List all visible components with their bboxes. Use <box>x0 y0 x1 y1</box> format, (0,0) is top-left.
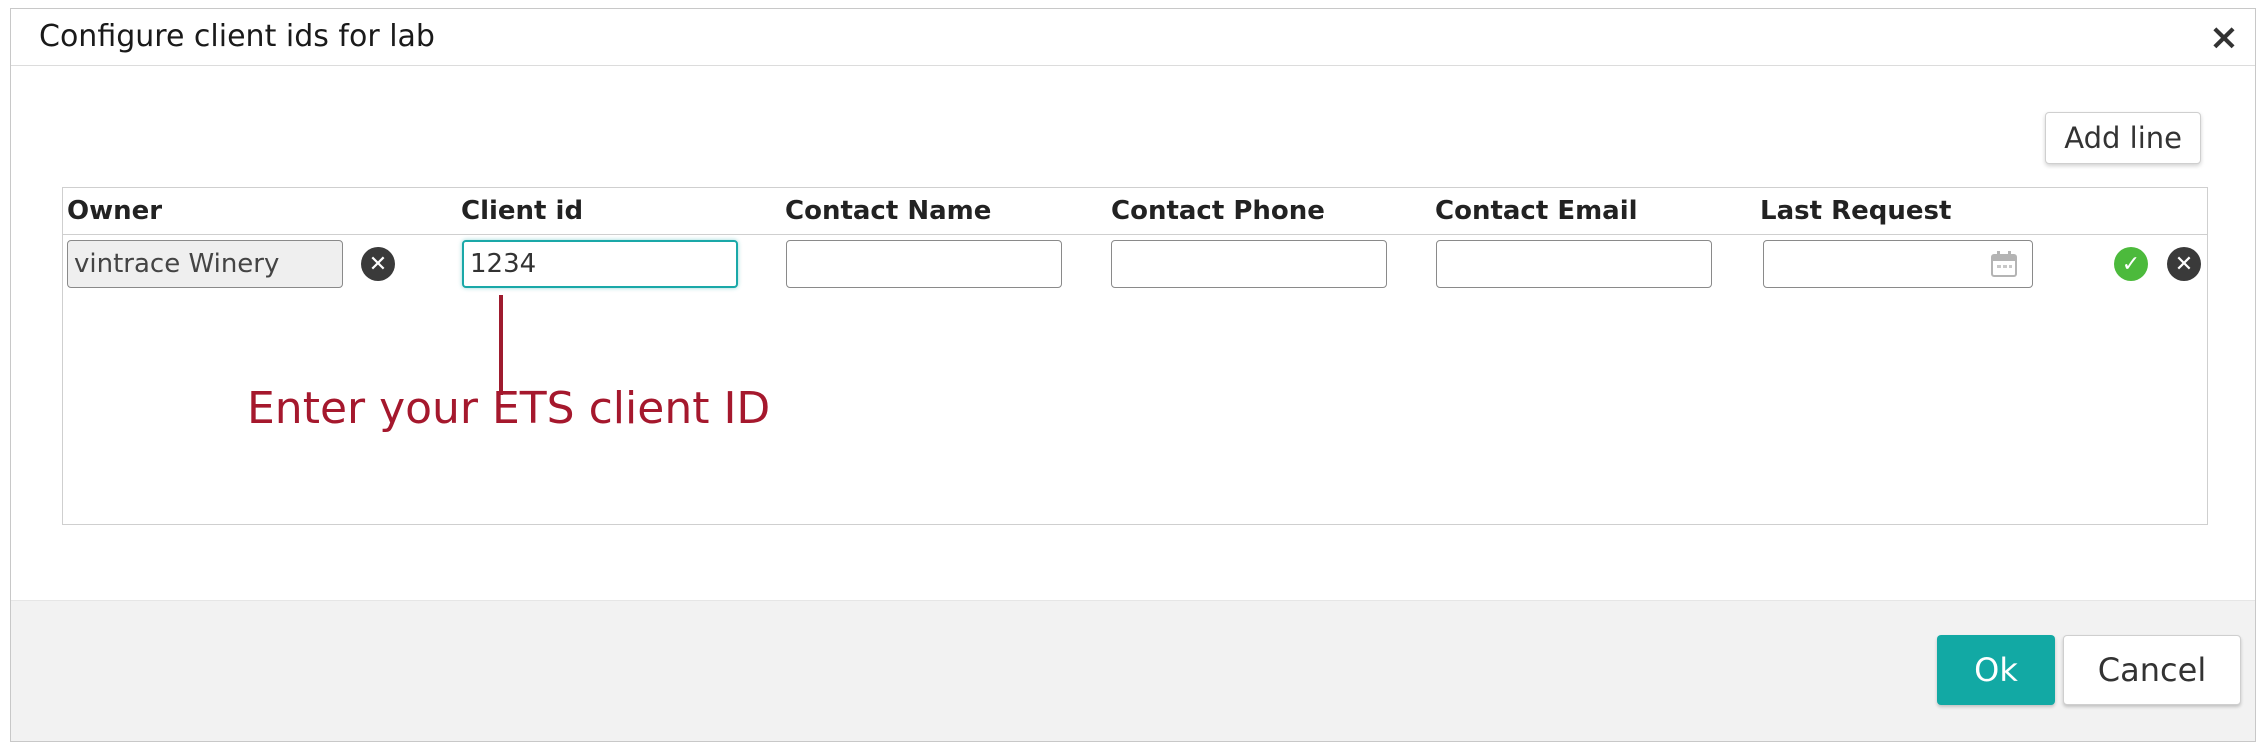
annotation-pointer-line <box>499 295 503 395</box>
clear-owner-icon[interactable]: ✕ <box>361 247 395 281</box>
annotation-text: Enter your ETS client ID <box>247 383 771 434</box>
header-contact-phone: Contact Phone <box>1111 196 1325 226</box>
confirm-row-icon[interactable]: ✓ <box>2114 247 2148 281</box>
header-last-request: Last Request <box>1760 196 1952 226</box>
contact-name-field[interactable] <box>786 240 1062 288</box>
header-contact-name: Contact Name <box>785 196 992 226</box>
table-header: Owner Client id Contact Name Contact Pho… <box>63 188 2207 235</box>
header-client-id: Client id <box>461 196 584 226</box>
calendar-icon[interactable] <box>1989 249 2019 279</box>
close-icon[interactable]: × <box>2207 20 2241 56</box>
delete-row-icon[interactable]: ✕ <box>2167 247 2201 281</box>
client-id-field[interactable] <box>462 240 738 288</box>
dialog-footer: Ok Cancel <box>11 600 2255 741</box>
configure-client-ids-dialog: Configure client ids for lab × Add line … <box>10 8 2256 742</box>
client-ids-table: Owner Client id Contact Name Contact Pho… <box>62 187 2208 525</box>
header-contact-email: Contact Email <box>1435 196 1638 226</box>
dialog-titlebar: Configure client ids for lab × <box>11 9 2255 66</box>
dialog-title: Configure client ids for lab <box>39 19 435 54</box>
header-owner: Owner <box>67 196 163 226</box>
cancel-button[interactable]: Cancel <box>2063 635 2241 705</box>
add-line-button[interactable]: Add line <box>2045 112 2201 164</box>
ok-button[interactable]: Ok <box>1937 635 2055 705</box>
contact-email-field[interactable] <box>1436 240 1712 288</box>
owner-field[interactable] <box>67 240 343 288</box>
contact-phone-field[interactable] <box>1111 240 1387 288</box>
